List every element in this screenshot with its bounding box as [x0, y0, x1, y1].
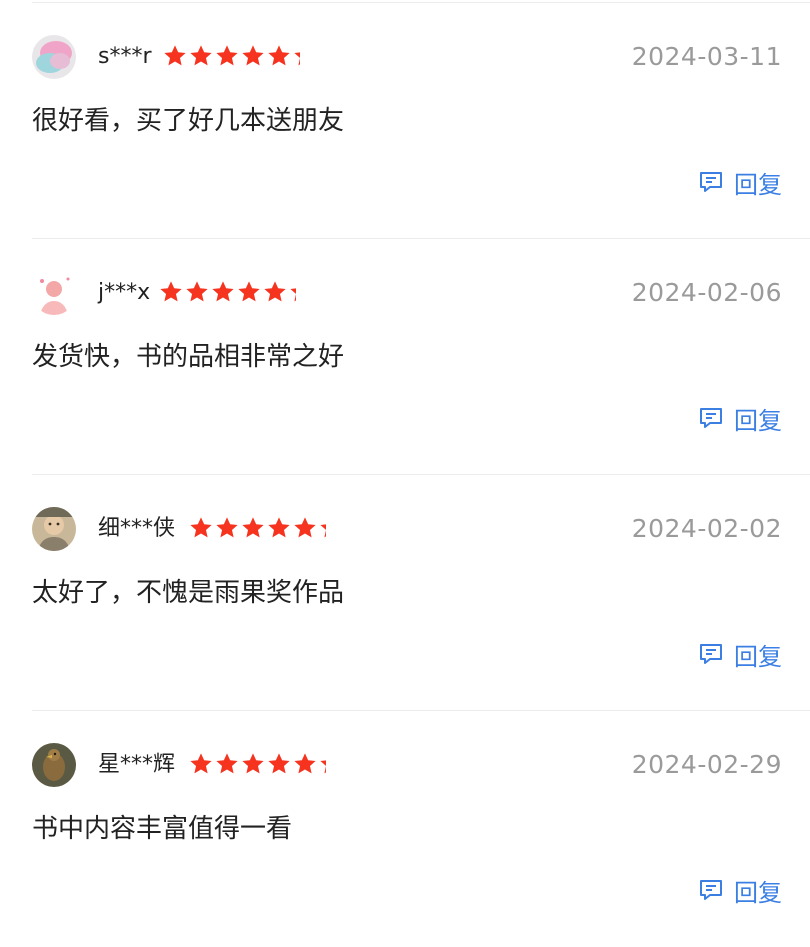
- star-icon: [164, 45, 186, 66]
- star-icon: [268, 753, 290, 774]
- username: 星***辉: [98, 752, 176, 777]
- user-avatar[interactable]: [32, 507, 76, 551]
- comment-icon: [700, 408, 722, 428]
- star-rating: [188, 515, 326, 541]
- review-date: 2024-02-06: [631, 278, 782, 307]
- star-icon: [190, 753, 212, 774]
- star-icon: [242, 517, 264, 538]
- star-icon: [216, 517, 238, 538]
- star-icon: [294, 517, 316, 538]
- reply-button[interactable]: 回复: [698, 165, 782, 199]
- review-item: s***r 2024-03-11 很好看，买了好几本送朋友 回复: [0, 3, 810, 239]
- reply-button[interactable]: 回复: [698, 873, 782, 907]
- review-content: 太好了，不愧是雨果奖作品: [32, 578, 345, 608]
- star-partial-icon: [318, 751, 326, 777]
- review-content: 很好看，买了好几本送朋友: [32, 106, 345, 136]
- reply-label: 回复: [734, 170, 782, 199]
- comment-icon: [700, 880, 722, 900]
- user-avatar[interactable]: [32, 35, 76, 79]
- review-content: 发货快，书的品相非常之好: [32, 342, 345, 372]
- comment-icon: [700, 172, 722, 192]
- star-icon: [186, 281, 208, 302]
- star-icon: [190, 517, 212, 538]
- user-avatar[interactable]: [32, 271, 76, 315]
- reply-button[interactable]: 回复: [698, 401, 782, 435]
- user-avatar[interactable]: [32, 743, 76, 787]
- review-item: 星***辉 2024-02-29 书中内容丰富值得一看 回复: [0, 711, 810, 947]
- star-rating: [158, 279, 296, 305]
- star-icon: [190, 45, 212, 66]
- reply-label: 回复: [734, 878, 782, 907]
- star-icon: [264, 281, 286, 302]
- star-partial-icon: [292, 43, 300, 69]
- username: 细***侠: [98, 516, 176, 541]
- review-date: 2024-03-11: [631, 42, 782, 71]
- star-partial-icon: [318, 515, 326, 541]
- star-icon: [216, 753, 238, 774]
- star-icon: [242, 45, 264, 66]
- review-item: 细***侠 2024-02-02 太好了，不愧是雨果奖作品 回复: [0, 475, 810, 711]
- review-item: j***x 2024-02-06 发货快，书的品相非常之好 回复: [0, 239, 810, 475]
- star-rating: [188, 751, 326, 777]
- star-icon: [294, 753, 316, 774]
- star-icon: [268, 517, 290, 538]
- star-icon: [216, 45, 238, 66]
- review-date: 2024-02-02: [631, 514, 782, 543]
- review-content: 书中内容丰富值得一看: [32, 814, 293, 844]
- reply-label: 回复: [734, 642, 782, 671]
- review-date: 2024-02-29: [631, 750, 782, 779]
- reply-button[interactable]: 回复: [698, 637, 782, 671]
- star-icon: [212, 281, 234, 302]
- star-partial-icon: [288, 279, 296, 305]
- star-icon: [160, 281, 182, 302]
- star-icon: [268, 45, 290, 66]
- star-rating: [162, 43, 300, 69]
- username: s***r: [98, 44, 152, 69]
- star-icon: [238, 281, 260, 302]
- reply-label: 回复: [734, 406, 782, 435]
- username: j***x: [98, 280, 151, 305]
- comment-icon: [700, 644, 722, 664]
- star-icon: [242, 753, 264, 774]
